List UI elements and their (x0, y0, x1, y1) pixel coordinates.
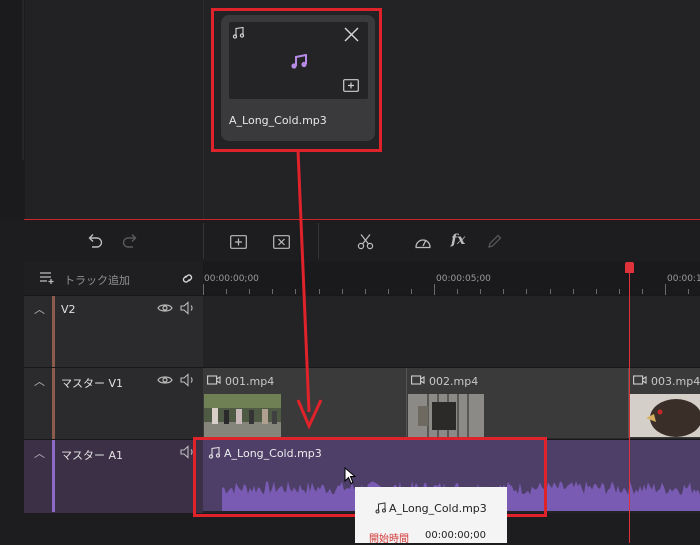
ruler-tick (411, 289, 412, 294)
toolbar-separator (203, 223, 204, 259)
timecode-label: 00:00:05;00 (436, 274, 491, 284)
ruler-tick (203, 284, 204, 295)
eye-icon[interactable] (157, 302, 173, 314)
edit-icon[interactable] (487, 234, 502, 249)
effects-icon[interactable]: fx (451, 232, 465, 248)
video-icon (633, 375, 647, 385)
video-icon (411, 375, 425, 385)
ruler-tick (434, 284, 435, 295)
ruler-tick (573, 289, 574, 294)
ruler-tick (272, 289, 273, 294)
ruler-tick (249, 289, 250, 294)
speaker-icon[interactable] (180, 373, 196, 387)
left-panel-strip (0, 0, 26, 220)
ruler-tick (550, 289, 551, 294)
track-color-bar (52, 296, 55, 367)
collapse-icon[interactable]: ︿ (34, 301, 45, 317)
ruler-tick (596, 289, 597, 294)
ruler-tick (688, 289, 689, 294)
tooltip-start-value: 00:00:00;00 (425, 530, 487, 541)
music-note-icon (375, 502, 386, 514)
ruler-tick (480, 289, 481, 294)
video-thumbnail (630, 394, 700, 437)
clip-label: 003.mp4 (651, 375, 700, 388)
delete-clip-icon[interactable] (273, 235, 290, 249)
track-name: マスター A1 (61, 449, 124, 462)
arrow-annotation (296, 150, 323, 430)
track-header-v2 (24, 295, 203, 368)
collapse-icon[interactable]: ︿ (34, 445, 45, 461)
cut-icon[interactable] (357, 233, 374, 250)
video-thumbnail (204, 394, 281, 437)
ruler-tick (365, 289, 366, 294)
speaker-icon[interactable] (180, 301, 196, 315)
speed-icon[interactable] (414, 234, 432, 249)
add-track-icon[interactable] (39, 271, 55, 285)
collapse-icon[interactable]: ︿ (34, 373, 45, 389)
add-track-label[interactable]: トラック追加 (64, 272, 130, 288)
track-color-bar (52, 368, 55, 439)
add-clip-icon[interactable] (230, 235, 247, 249)
undo-icon[interactable] (86, 233, 104, 249)
track-name: V2 (61, 303, 76, 316)
panel-divider (24, 219, 700, 220)
track-name: マスター V1 (61, 377, 124, 390)
playhead-line[interactable] (629, 268, 630, 543)
clip-label: 001.mp4 (225, 375, 275, 388)
ruler-tick (526, 289, 527, 294)
mouse-cursor-icon (344, 467, 356, 485)
ruler-tick (665, 284, 666, 295)
preview-panel (25, 0, 204, 220)
track-lane-v2[interactable] (203, 295, 700, 368)
ruler-tick (457, 289, 458, 294)
ruler-tick (342, 289, 343, 294)
ruler-tick (226, 289, 227, 294)
timecode-label: 00:00:00;00 (204, 274, 259, 284)
timecode-label: 00:00:1 (667, 274, 700, 284)
link-icon[interactable] (180, 271, 195, 286)
playhead-handle[interactable] (625, 262, 634, 273)
ruler-tick (642, 289, 643, 294)
ruler-tick (388, 289, 389, 294)
clip-label: 002.mp4 (429, 375, 479, 388)
tooltip-title: A_Long_Cold.mp3 (389, 502, 487, 515)
video-thumbnail (408, 394, 484, 437)
eye-icon[interactable] (157, 374, 173, 386)
ruler-tick (503, 289, 504, 294)
track-color-bar (52, 440, 55, 512)
ruler-tick (619, 289, 620, 294)
video-icon (207, 375, 221, 385)
redo-icon[interactable] (121, 233, 139, 249)
highlight-box-media (211, 8, 382, 152)
